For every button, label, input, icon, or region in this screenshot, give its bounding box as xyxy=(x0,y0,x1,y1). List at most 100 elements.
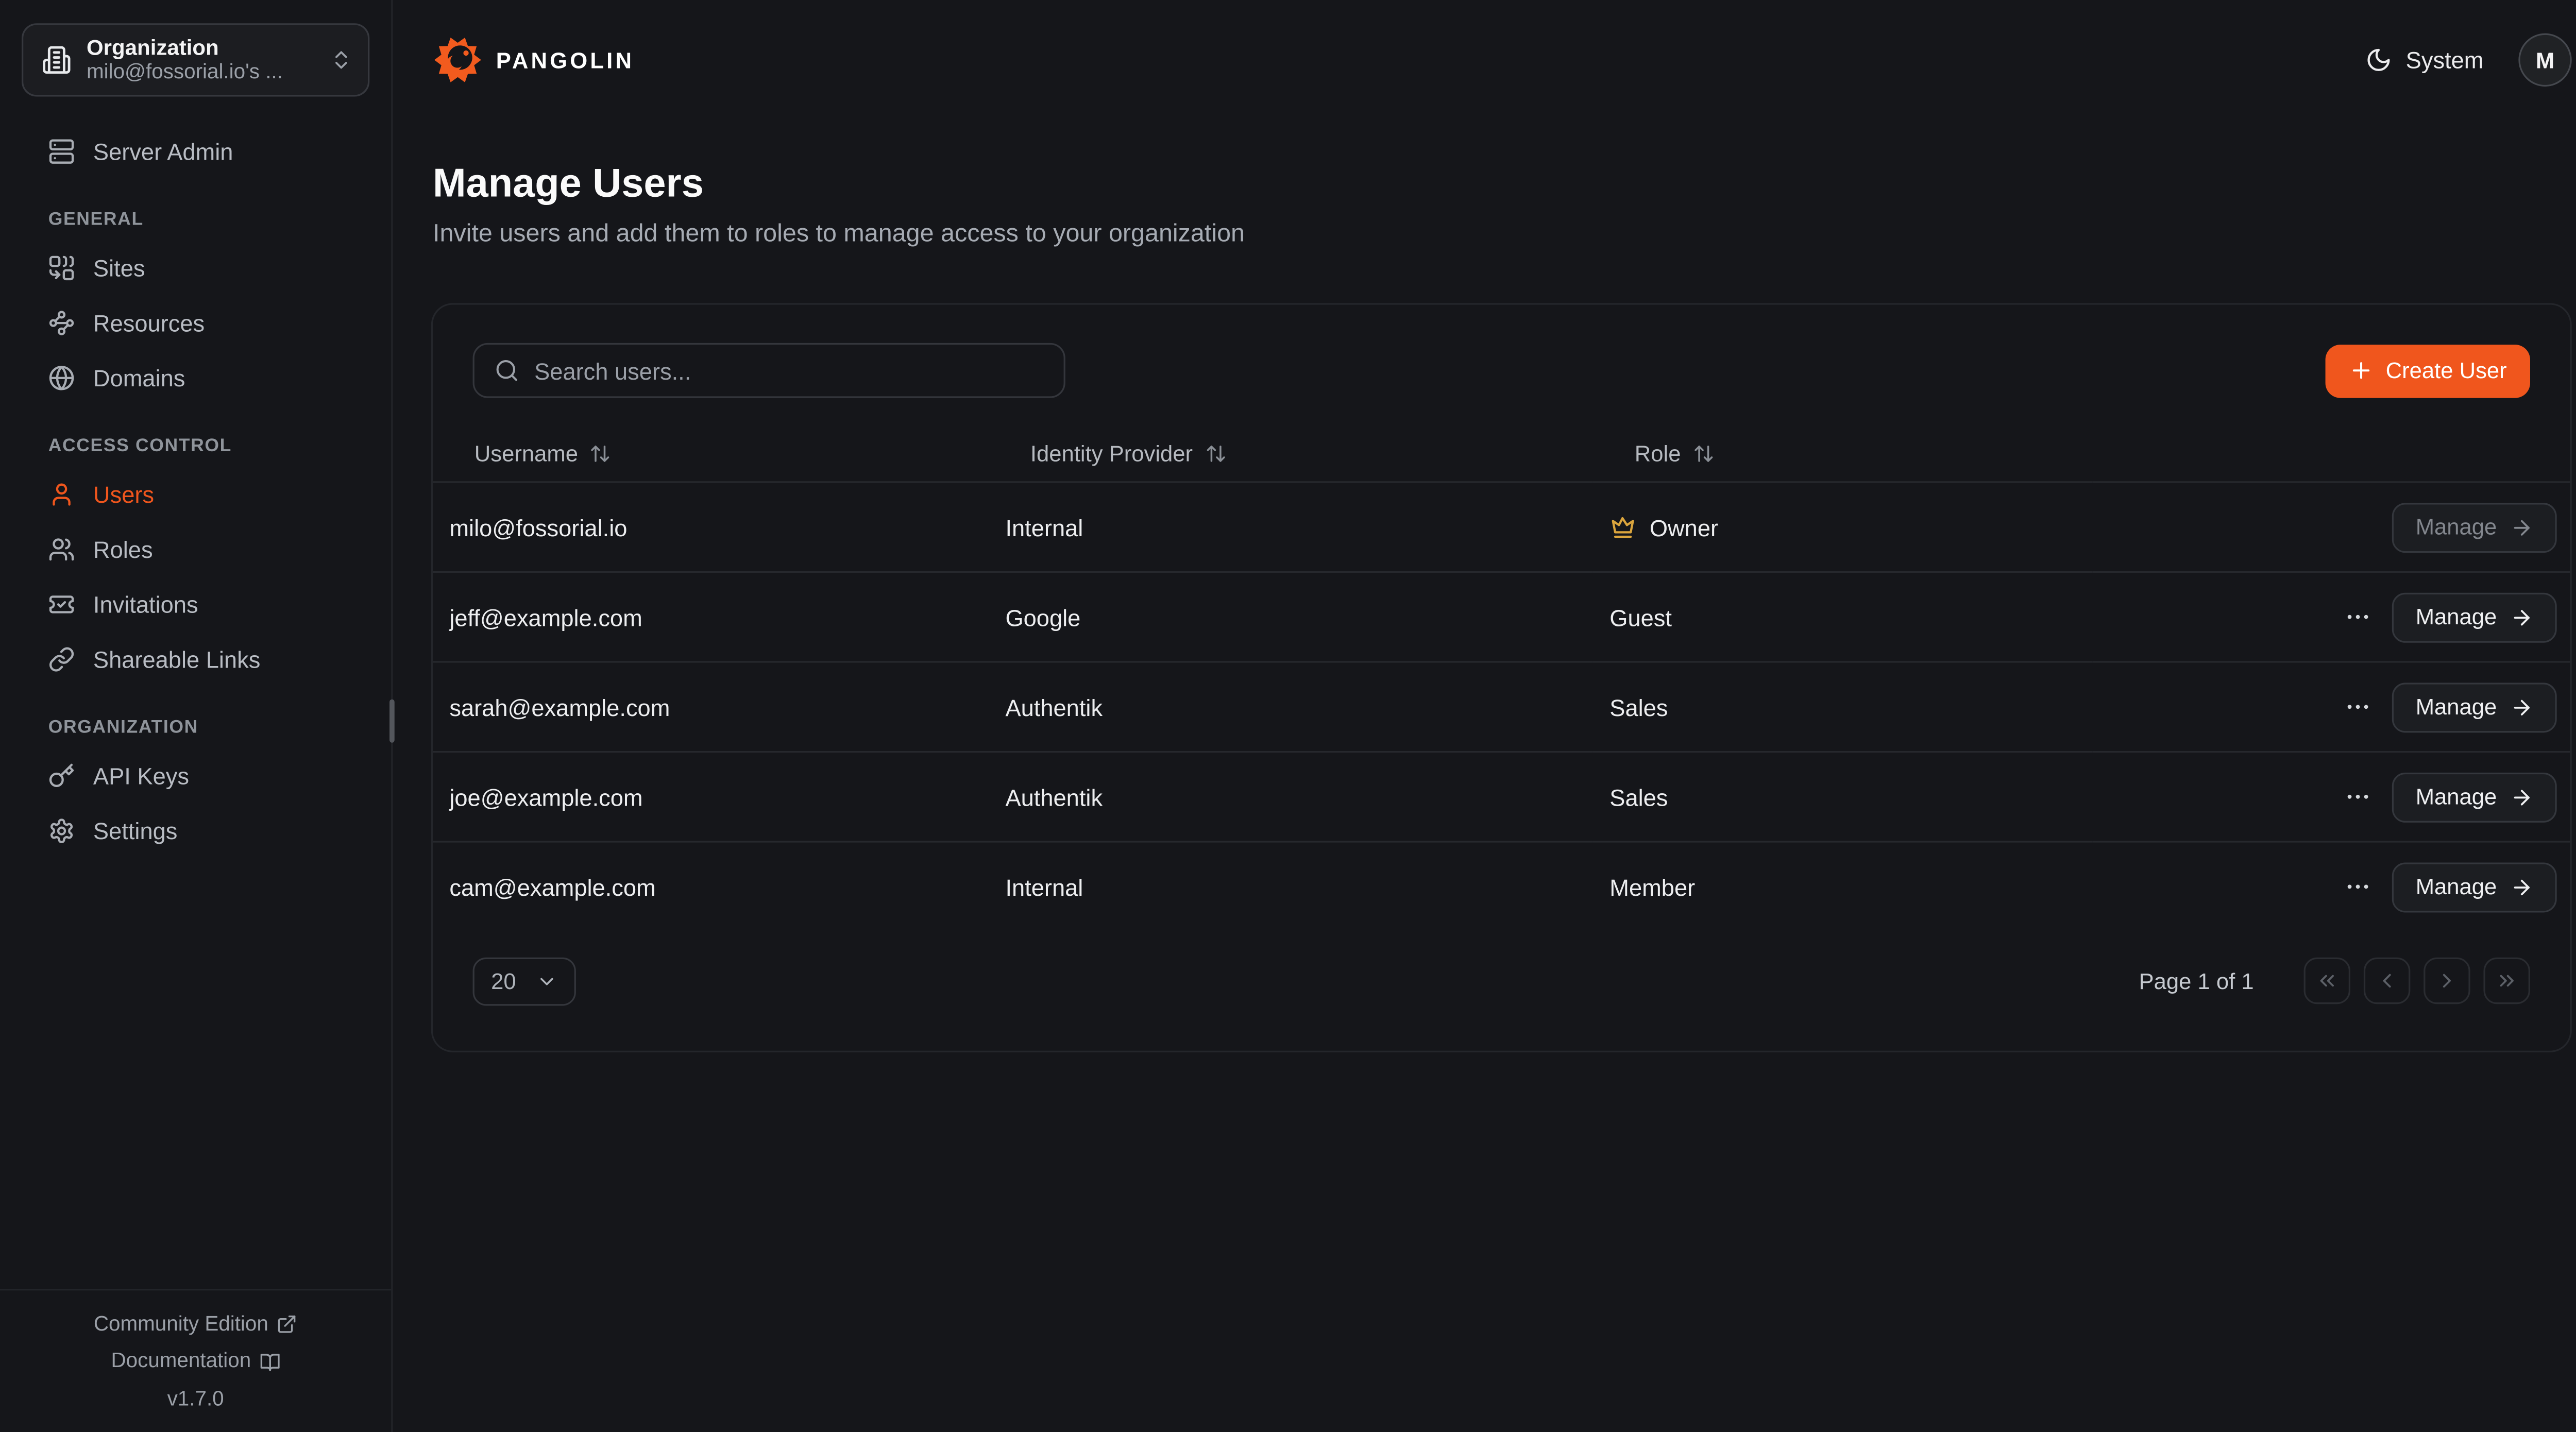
avatar[interactable]: M xyxy=(2518,33,2571,87)
username-cell: cam@example.com xyxy=(433,842,989,932)
role-label: Guest xyxy=(1609,604,1672,630)
section-title-access-control: ACCESS CONTROL xyxy=(48,436,370,458)
sidebar-item-users[interactable]: Users xyxy=(22,466,369,521)
row-menu-button[interactable] xyxy=(2344,603,2372,631)
sidebar-item-label: Sites xyxy=(93,254,145,281)
brand-link[interactable]: PANGOLIN xyxy=(433,35,634,85)
row-menu-button[interactable] xyxy=(2344,693,2372,721)
users-table: Username Identity Provider Role xyxy=(433,441,2570,932)
users-card: Create User Username Identity Provider xyxy=(431,303,2572,1051)
theme-toggle[interactable]: System xyxy=(2366,47,2483,74)
table-row: joe@example.com Authentik Sales Manage xyxy=(433,752,2570,842)
page-head: Manage Users Invite users and add them t… xyxy=(393,120,2576,248)
previous-page-button[interactable] xyxy=(2364,958,2410,1004)
external-link-icon xyxy=(277,1314,297,1335)
link-icon xyxy=(48,645,75,672)
moon-icon xyxy=(2366,47,2393,74)
username-cell: sarah@example.com xyxy=(433,662,989,752)
first-page-button[interactable] xyxy=(2304,958,2350,1004)
table-row: jeff@example.com Google Guest Manage xyxy=(433,572,2570,662)
arrow-right-icon xyxy=(2510,605,2533,628)
sort-username-header[interactable]: Username xyxy=(474,441,612,466)
arrow-right-icon xyxy=(2510,695,2533,719)
chevrons-right-icon xyxy=(2495,969,2518,992)
last-page-button[interactable] xyxy=(2484,958,2530,1004)
sidebar-item-resources[interactable]: Resources xyxy=(22,295,369,350)
chevron-right-icon xyxy=(2435,969,2459,992)
manage-label: Manage xyxy=(2416,694,2497,719)
idp-cell: Google xyxy=(989,572,1593,662)
sort-idp-header[interactable]: Identity Provider xyxy=(1030,441,1226,466)
row-menu-button[interactable] xyxy=(2344,873,2372,901)
role-label: Sales xyxy=(1609,783,1668,810)
topbar: PANGOLIN System M xyxy=(393,0,2576,120)
ellipsis-icon xyxy=(2344,603,2372,631)
row-actions: Manage xyxy=(2109,862,2570,912)
community-edition-link[interactable]: Community Edition xyxy=(94,1311,297,1337)
manage-button[interactable]: Manage xyxy=(2392,862,2556,912)
pagination-controls: Page 1 of 1 xyxy=(2139,958,2530,1004)
card-toolbar: Create User xyxy=(433,305,2570,398)
sidebar-item-api-keys[interactable]: API Keys xyxy=(22,747,369,803)
idp-cell: Authentik xyxy=(989,752,1593,842)
page-title: Manage Users xyxy=(433,165,2570,205)
sidebar-item-domains[interactable]: Domains xyxy=(22,350,369,405)
row-menu-button[interactable] xyxy=(2344,782,2372,811)
manage-button[interactable]: Manage xyxy=(2392,682,2556,732)
role-label: Owner xyxy=(1650,514,1718,540)
next-page-button[interactable] xyxy=(2424,958,2470,1004)
table-header-row: Username Identity Provider Role xyxy=(433,441,2570,482)
avatar-initial: M xyxy=(2536,47,2554,72)
documentation-link[interactable]: Documentation xyxy=(111,1349,280,1374)
role-cell: Owner xyxy=(1609,514,2092,540)
idp-cell: Internal xyxy=(989,482,1593,572)
sidebar-item-invitations[interactable]: Invitations xyxy=(22,576,369,631)
page-status: Page 1 of 1 xyxy=(2139,968,2254,993)
username-header-label: Username xyxy=(474,441,578,466)
sidebar-item-roles[interactable]: Roles xyxy=(22,521,369,576)
sidebar-item-label: Domains xyxy=(93,364,185,390)
manage-button[interactable]: Manage xyxy=(2392,772,2556,822)
username-cell: jeff@example.com xyxy=(433,572,989,662)
role-label: Sales xyxy=(1609,693,1668,720)
sidebar-item-sites[interactable]: Sites xyxy=(22,240,369,295)
pagination-bar: 20 Page 1 of 1 xyxy=(433,932,2570,1050)
idp-cell: Authentik xyxy=(989,662,1593,752)
crown-icon xyxy=(1609,514,1636,540)
plus-icon xyxy=(2349,358,2374,383)
sort-role-header[interactable]: Role xyxy=(1635,441,1714,466)
manage-button[interactable]: Manage xyxy=(2392,502,2556,552)
sidebar-item-shareable-links[interactable]: Shareable Links xyxy=(22,631,369,686)
manage-label: Manage xyxy=(2416,515,2497,539)
create-user-button[interactable]: Create User xyxy=(2326,344,2530,397)
org-switcher[interactable]: Organization milo@fossorial.io's ... xyxy=(22,23,369,96)
chevrons-left-icon xyxy=(2315,969,2338,992)
idp-header-label: Identity Provider xyxy=(1030,441,1193,466)
idp-cell: Internal xyxy=(989,842,1593,932)
key-icon xyxy=(48,762,75,789)
brand-name: PANGOLIN xyxy=(496,47,634,72)
users-icon xyxy=(48,535,75,562)
arrow-right-icon xyxy=(2510,515,2533,538)
user-icon xyxy=(48,481,75,507)
sidebar: Organization milo@fossorial.io's ... Ser… xyxy=(0,0,393,1432)
sidebar-resize-handle[interactable] xyxy=(389,700,395,743)
ellipsis-icon xyxy=(2344,873,2372,901)
sort-icon xyxy=(1692,443,1714,465)
documentation-label: Documentation xyxy=(111,1349,251,1374)
search-icon xyxy=(495,358,519,383)
page-size-value: 20 xyxy=(491,968,516,993)
sidebar-item-label: Users xyxy=(93,481,154,507)
manage-button[interactable]: Manage xyxy=(2392,592,2556,642)
ellipsis-icon xyxy=(2344,782,2372,811)
table-row: milo@fossorial.io Internal Owner Manage xyxy=(433,482,2570,572)
page-size-select[interactable]: 20 xyxy=(473,957,576,1005)
sidebar-item-settings[interactable]: Settings xyxy=(22,803,369,858)
sidebar-item-server-admin[interactable]: Server Admin xyxy=(22,123,369,178)
search-input[interactable] xyxy=(534,357,1044,384)
sidebar-item-label: Shareable Links xyxy=(93,645,260,672)
gear-icon xyxy=(48,817,75,844)
role-header-label: Role xyxy=(1635,441,1681,466)
row-actions: Manage xyxy=(2109,592,2570,642)
page-subtitle: Invite users and add them to roles to ma… xyxy=(433,220,2570,248)
